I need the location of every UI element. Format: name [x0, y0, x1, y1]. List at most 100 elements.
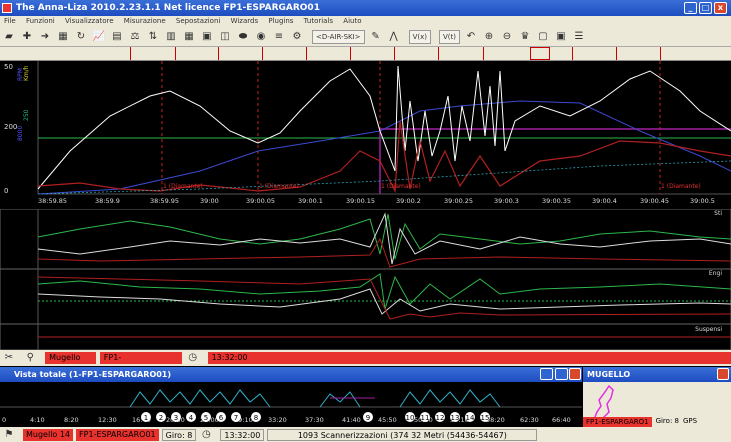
- crosshair-icon[interactable]: ✚: [20, 30, 34, 44]
- y-tick: 50: [4, 63, 13, 71]
- clock-icon: ◷: [188, 352, 198, 363]
- close-button[interactable]: x: [714, 2, 727, 14]
- table-icon[interactable]: ▦: [56, 30, 70, 44]
- status-track: Mugello 14: [23, 428, 74, 441]
- lap-badge: 10: [406, 414, 415, 422]
- undo-icon[interactable]: ↶: [464, 30, 478, 44]
- trophy-icon[interactable]: ♛: [518, 30, 532, 44]
- x-tick: 39:00.05: [246, 197, 275, 205]
- folder-icon[interactable]: ▰: [2, 30, 16, 44]
- sheet-icon[interactable]: ▦: [182, 30, 196, 44]
- axis-label-8000: 8000: [17, 126, 24, 141]
- layout-icon[interactable]: ▥: [164, 30, 178, 44]
- trace-icon[interactable]: ⋀: [387, 30, 401, 44]
- lap-badge: 14: [466, 414, 475, 422]
- split-icon[interactable]: ◫: [218, 30, 232, 44]
- pen-icon[interactable]: ✎: [369, 30, 383, 44]
- x-tick: 39:00.1: [298, 197, 323, 205]
- mugello-close-button[interactable]: [717, 368, 729, 380]
- vista-maximize-button[interactable]: [555, 368, 568, 380]
- vista-close-button[interactable]: [569, 368, 581, 380]
- menu-wizards[interactable]: Wizards: [227, 16, 263, 27]
- x-tick: 39:00.3: [494, 197, 519, 205]
- vista-overview-graph[interactable]: 0 4:10 8:20 12:30 16:40 20:50 25:00 29:1…: [0, 382, 582, 427]
- list-icon[interactable]: ≡: [272, 30, 286, 44]
- track-label: Mugello 14: [45, 352, 96, 374]
- x-tick: 39:00.35: [542, 197, 571, 205]
- lap-badge: 15: [481, 414, 490, 422]
- vista-x-tick: 62:30: [520, 416, 539, 424]
- vista-x-tick: 33:20: [268, 416, 287, 424]
- vista-x-tick: 41:40: [342, 416, 361, 424]
- axis-label-250: 250: [23, 109, 30, 121]
- filter-icon[interactable]: ⚙: [290, 30, 304, 44]
- zoom-out-icon[interactable]: ⊖: [500, 30, 514, 44]
- chart-icon[interactable]: 📈: [92, 30, 106, 44]
- x-tick: 38:59.85: [38, 197, 67, 205]
- session-strip: ✂ ⚲ Mugello 14 FP1-ESPARGARO01 ◷ 13:32:0…: [0, 350, 731, 374]
- marker-ruler[interactable]: [0, 47, 731, 61]
- steering-panel[interactable]: Sti: [0, 209, 731, 269]
- lap-badge: 9: [366, 414, 370, 422]
- scale-icon[interactable]: ⚖: [128, 30, 142, 44]
- helmet-icon[interactable]: ⬬: [236, 30, 250, 44]
- vista-x-tick: 66:40: [552, 416, 571, 424]
- grid-icon[interactable]: ▤: [110, 30, 124, 44]
- vista-x-tick: 37:30: [305, 416, 324, 424]
- menu-misurazione[interactable]: Misurazione: [120, 16, 170, 27]
- marker-label: 1 (Diamante): [661, 183, 701, 190]
- suspension-panel[interactable]: Suspensi: [0, 324, 731, 350]
- lap-badge: 2: [159, 414, 163, 422]
- menu-funzioni[interactable]: Funzioni: [22, 16, 59, 27]
- lap-badge: 11: [421, 414, 430, 422]
- track-map[interactable]: FP1-ESPARGARO1 Giro: 8 GPS: [583, 382, 731, 429]
- wheel-icon[interactable]: ◉: [254, 30, 268, 44]
- panel-name: Engi: [709, 270, 722, 277]
- lap-badge: 13: [451, 414, 460, 422]
- lines-icon[interactable]: ☰: [572, 30, 586, 44]
- x-tick: 39:00.5: [690, 197, 715, 205]
- panel-icon[interactable]: ▣: [554, 30, 568, 44]
- minimize-button[interactable]: _: [684, 2, 697, 14]
- window-icon[interactable]: ▢: [536, 30, 550, 44]
- session-label: FP1-ESPARGARO01: [99, 352, 182, 374]
- x-tick: 39:00.25: [444, 197, 473, 205]
- mugello-title-bar: MUGELLO: [583, 367, 731, 382]
- vt-button[interactable]: V(t): [438, 29, 460, 44]
- vista-x-tick: 8:20: [64, 416, 79, 424]
- status-bar: ⚑ Mugello 14 FP1-ESPARGARO01 Giro: 8 ◷ 1…: [0, 427, 731, 442]
- lap-badge: 12: [436, 414, 445, 422]
- vx-button[interactable]: V(x): [408, 29, 431, 44]
- bike-icon[interactable]: ⚲: [24, 351, 38, 365]
- vista-x-tick: 45:50: [378, 416, 397, 424]
- tool-icon[interactable]: ✂: [2, 351, 16, 365]
- maximize-button[interactable]: □: [699, 2, 712, 14]
- menu-tutorials[interactable]: Tutorials: [300, 16, 337, 27]
- refresh-icon[interactable]: ↻: [74, 30, 88, 44]
- menu-visualizzatore[interactable]: Visualizzatore: [61, 16, 118, 27]
- vista-x-tick: 4:10: [30, 416, 45, 424]
- panel-name: Suspensi: [695, 326, 722, 333]
- main-telemetry-graph[interactable]: 50 200 0 Km/h RPM 250 8000 38:59.85 38:5…: [0, 61, 731, 209]
- arrow-icon[interactable]: ➜: [38, 30, 52, 44]
- engine-panel[interactable]: Engi: [0, 269, 731, 324]
- zoom-in-icon[interactable]: ⊕: [482, 30, 496, 44]
- vista-title: Vista totale (1-FP1-ESPARGARO01): [14, 370, 172, 379]
- toolbar: ▰ ✚ ➜ ▦ ↻ 📈 ▤ ⚖ ⇅ ▥ ▦ ▣ ◫ ⬬ ◉ ≡ ⚙ <D-AIR…: [0, 27, 731, 47]
- sort-icon[interactable]: ⇅: [146, 30, 160, 44]
- menu-aiuto[interactable]: Aiuto: [339, 16, 365, 27]
- menu-plugins[interactable]: Plugins: [264, 16, 297, 27]
- panel-name: Sti: [714, 210, 722, 217]
- x-tick: 39:00.2: [396, 197, 421, 205]
- x-tick: 38:59.9: [95, 197, 120, 205]
- menu-file[interactable]: File: [0, 16, 20, 27]
- vista-minimize-button[interactable]: [540, 368, 553, 380]
- vista-title-bar: Vista totale (1-FP1-ESPARGARO01): [0, 367, 582, 382]
- menu-sepostazioni[interactable]: Sepostazioni: [172, 16, 224, 27]
- status-lap: Giro: 8: [161, 428, 197, 441]
- calendar-icon[interactable]: ▣: [200, 30, 214, 44]
- dairski-button[interactable]: <D-AIR-SKI>: [312, 29, 365, 44]
- window-title: The Anna-Liza 2010.2.23.1.1 Net licence …: [16, 3, 320, 13]
- axis-label-speed: Km/h: [23, 65, 30, 81]
- lap-badge: 1: [144, 414, 148, 422]
